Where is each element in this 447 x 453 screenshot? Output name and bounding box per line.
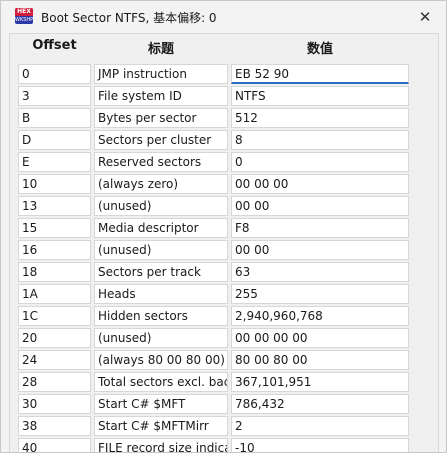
- header-offset: Offset: [32, 38, 77, 53]
- table-row: 15 Media descriptor F8: [10, 217, 438, 239]
- table-row: 40 FILE record size indica -10: [10, 437, 438, 452]
- title-cell: (always 80 00 80 00): [94, 350, 228, 370]
- hex-app-icon: HEX WKSHP: [15, 8, 33, 24]
- table-row: 10 (always zero) 00 00 00: [10, 173, 438, 195]
- value-field[interactable]: 2: [231, 416, 409, 436]
- table-row: 20 (unused) 00 00 00 00: [10, 327, 438, 349]
- table-row: 38 Start C# $MFTMirr 2: [10, 415, 438, 437]
- title-cell: Bytes per sector: [94, 108, 228, 128]
- table-row: 16 (unused) 00 00: [10, 239, 438, 261]
- offset-cell: 20: [18, 328, 91, 348]
- offset-cell: B: [18, 108, 91, 128]
- offset-cell: 38: [18, 416, 91, 436]
- value-field[interactable]: 2,940,960,768: [231, 306, 409, 326]
- offset-cell: D: [18, 130, 91, 150]
- offset-cell: 15: [18, 218, 91, 238]
- offset-cell: 28: [18, 372, 91, 392]
- table-body: 0 JMP instruction EB 52 90 3 File system ID N…: [10, 63, 438, 452]
- title-cell: FILE record size indica: [94, 438, 228, 452]
- offset-cell: 16: [18, 240, 91, 260]
- value-field[interactable]: 00 00: [231, 240, 409, 260]
- app-icon-top-text: HEX: [15, 8, 33, 16]
- table-row: 30 Start C# $MFT 786,432: [10, 393, 438, 415]
- title-cell: Start C# $MFT: [94, 394, 228, 414]
- value-field[interactable]: EB 52 90: [231, 64, 409, 84]
- window-title: Boot Sector NTFS, 基本偏移: 0: [41, 11, 217, 25]
- value-field[interactable]: 786,432: [231, 394, 409, 414]
- header-title: 标题: [147, 42, 174, 57]
- title-cell: JMP instruction: [94, 64, 228, 84]
- value-field[interactable]: -10: [231, 438, 409, 452]
- offset-cell: 13: [18, 196, 91, 216]
- value-field[interactable]: 8: [231, 130, 409, 150]
- title-cell: (unused): [94, 240, 228, 260]
- value-field[interactable]: NTFS: [231, 86, 409, 106]
- value-field[interactable]: 255: [231, 284, 409, 304]
- value-field[interactable]: 00 00: [231, 196, 409, 216]
- title-cell: Hidden sectors: [94, 306, 228, 326]
- table-header: Offset 标题 数值: [10, 34, 438, 60]
- offset-cell: E: [18, 152, 91, 172]
- table-row: 1C Hidden sectors 2,940,960,768: [10, 305, 438, 327]
- app-icon-bottom-text: WKSHP: [15, 17, 34, 23]
- offset-cell: 1A: [18, 284, 91, 304]
- title-cell: (always zero): [94, 174, 228, 194]
- table-row: 13 (unused) 00 00: [10, 195, 438, 217]
- value-field[interactable]: 512: [231, 108, 409, 128]
- close-icon[interactable]: ✕: [413, 6, 437, 28]
- offset-cell: 24: [18, 350, 91, 370]
- title-cell: Sectors per track: [94, 262, 228, 282]
- table-row: B Bytes per sector 512: [10, 107, 438, 129]
- offset-cell: 1C: [18, 306, 91, 326]
- value-field[interactable]: 80 00 80 00: [231, 350, 409, 370]
- table-row: D Sectors per cluster 8: [10, 129, 438, 151]
- offset-cell: 30: [18, 394, 91, 414]
- offset-cell: 0: [18, 64, 91, 84]
- title-cell: (unused): [94, 328, 228, 348]
- header-value: 数值: [306, 42, 333, 57]
- table-row: 1A Heads 255: [10, 283, 438, 305]
- title-cell: File system ID: [94, 86, 228, 106]
- value-field[interactable]: 63: [231, 262, 409, 282]
- title-cell: Media descriptor: [94, 218, 228, 238]
- offset-cell: 40: [18, 438, 91, 452]
- title-cell: Sectors per cluster: [94, 130, 228, 150]
- template-window: HEX WKSHP Boot Sector NTFS, 基本偏移: 0 ✕ Of…: [0, 0, 447, 453]
- table-row: E Reserved sectors 0: [10, 151, 438, 173]
- table-row: 0 JMP instruction EB 52 90: [10, 63, 438, 85]
- title-cell: Heads: [94, 284, 228, 304]
- offset-cell: 18: [18, 262, 91, 282]
- table-row: 28 Total sectors excl. bac 367,101,951: [10, 371, 438, 393]
- table-row: 3 File system ID NTFS: [10, 85, 438, 107]
- offset-cell: 10: [18, 174, 91, 194]
- offset-cell: 3: [18, 86, 91, 106]
- title-cell: (unused): [94, 196, 228, 216]
- value-field[interactable]: 367,101,951: [231, 372, 409, 392]
- value-field[interactable]: F8: [231, 218, 409, 238]
- title-bar[interactable]: HEX WKSHP Boot Sector NTFS, 基本偏移: 0 ✕: [1, 1, 446, 33]
- title-cell: Start C# $MFTMirr: [94, 416, 228, 436]
- value-field[interactable]: 0: [231, 152, 409, 172]
- title-cell: Total sectors excl. bac: [94, 372, 228, 392]
- table-row: 18 Sectors per track 63: [10, 261, 438, 283]
- title-cell: Reserved sectors: [94, 152, 228, 172]
- table-row: 24 (always 80 00 80 00) 80 00 80 00: [10, 349, 438, 371]
- template-panel[interactable]: Offset 标题 数值 0 JMP instruction EB 52 90 3 Fi…: [9, 33, 439, 452]
- value-field[interactable]: 00 00 00 00: [231, 328, 409, 348]
- value-field[interactable]: 00 00 00: [231, 174, 409, 194]
